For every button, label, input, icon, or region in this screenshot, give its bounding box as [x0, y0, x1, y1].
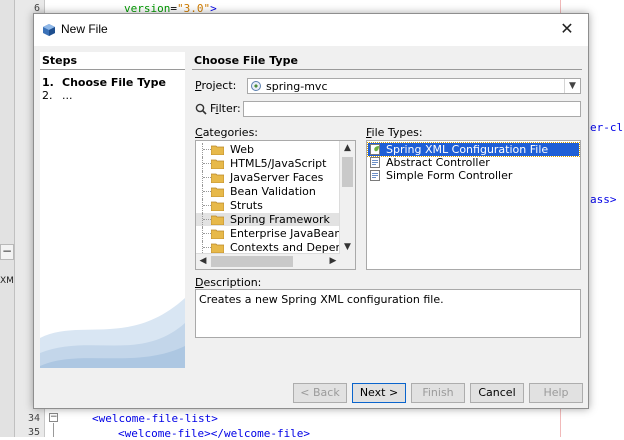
- folder-icon: [211, 187, 224, 197]
- code-fragment: ass>: [590, 193, 617, 206]
- fold-guide: [53, 423, 54, 437]
- project-combobox[interactable]: spring-mvc ▼: [247, 78, 581, 94]
- horizontal-scrollbar[interactable]: ◀ ▶: [196, 253, 340, 269]
- categories-tree[interactable]: Web HTML5/JavaScript JavaServer Faces Be…: [195, 140, 356, 270]
- tree-item[interactable]: Struts: [196, 199, 339, 213]
- description-text: Creates a new Spring XML configuration f…: [199, 293, 444, 306]
- divider: [40, 69, 185, 70]
- filter-label: Filter:: [210, 102, 241, 115]
- folder-icon: [211, 145, 224, 155]
- folder-icon: [211, 173, 224, 183]
- pane-title: Choose File Type: [194, 54, 298, 67]
- new-file-dialog: New File ✕ Steps 1. Choose File Type 2...…: [33, 13, 589, 409]
- file-types-list[interactable]: Spring XML Configuration File Abstract C…: [366, 140, 581, 270]
- dialog-title: New File: [61, 22, 108, 36]
- scroll-right-icon[interactable]: ▶: [326, 254, 340, 269]
- back-button[interactable]: < Back: [293, 383, 347, 403]
- tree-item[interactable]: JavaServer Faces: [196, 171, 339, 185]
- project-label: Project:: [195, 79, 237, 92]
- scroll-left-icon[interactable]: ◀: [196, 254, 210, 269]
- fold-toggle-icon[interactable]: −: [49, 413, 58, 422]
- scroll-up-icon[interactable]: ▲: [340, 141, 355, 155]
- search-icon: [195, 103, 207, 115]
- code-line: <welcome-file></welcome-file>: [118, 427, 311, 440]
- scroll-thumb[interactable]: [342, 157, 353, 187]
- scroll-down-icon[interactable]: ▼: [340, 240, 355, 254]
- line-number: 35: [27, 427, 40, 438]
- folder-icon: [211, 159, 224, 169]
- cancel-button[interactable]: Cancel: [470, 383, 524, 403]
- dialog-titlebar[interactable]: New File ✕: [34, 14, 588, 46]
- file-types-label: File Types:: [366, 126, 423, 139]
- tree-item[interactable]: HTML5/JavaScript: [196, 157, 339, 171]
- project-value: spring-mvc: [266, 80, 328, 93]
- folder-icon: [211, 215, 224, 225]
- chevron-down-icon[interactable]: ▼: [564, 79, 580, 93]
- spring-xml-file-icon: [370, 144, 380, 155]
- list-item[interactable]: Simple Form Controller: [368, 169, 579, 182]
- folder-icon: [211, 229, 224, 239]
- description-box: Creates a new Spring XML configuration f…: [195, 289, 581, 338]
- scroll-thumb[interactable]: [211, 256, 293, 267]
- divider: [192, 69, 582, 70]
- tree-item[interactable]: Bean Validation: [196, 185, 339, 199]
- next-button[interactable]: Next >: [352, 383, 406, 403]
- java-file-icon: [370, 157, 380, 168]
- filter-input[interactable]: [243, 101, 581, 117]
- step-item: 1. Choose File Type: [42, 76, 166, 89]
- tree-item-selected[interactable]: Spring Framework: [196, 213, 339, 227]
- description-label: Description:: [195, 276, 262, 289]
- finish-button[interactable]: Finish: [411, 383, 465, 403]
- scroll-corner: [340, 254, 355, 269]
- side-panel-strip: − XML: [0, 0, 15, 437]
- vertical-scrollbar[interactable]: ▲ ▼: [339, 141, 355, 254]
- tree-item[interactable]: Enterprise JavaBeans: [196, 227, 347, 241]
- line-number: 34: [27, 413, 40, 424]
- project-icon: [251, 81, 261, 91]
- close-icon[interactable]: ✕: [556, 18, 578, 40]
- java-file-icon: [370, 170, 380, 181]
- list-item-selected[interactable]: Spring XML Configuration File: [367, 142, 580, 157]
- decorative-wave-graphic: [40, 298, 185, 368]
- folder-icon: [211, 243, 224, 253]
- steps-panel: Steps 1. Choose File Type 2....: [40, 52, 185, 368]
- help-button[interactable]: Help: [529, 383, 583, 403]
- minimize-panel-button[interactable]: −: [0, 244, 14, 260]
- netbeans-cube-icon: [43, 24, 55, 36]
- code-fragment: er-cl: [590, 121, 624, 134]
- code-line: <welcome-file-list>: [92, 412, 218, 425]
- tree-item[interactable]: Web: [196, 143, 339, 157]
- steps-heading: Steps: [42, 54, 78, 67]
- list-item[interactable]: Abstract Controller: [368, 156, 579, 169]
- panel-tab-label[interactable]: XML: [0, 276, 14, 286]
- step-item: 2....: [42, 89, 73, 102]
- categories-label: Categories:: [195, 126, 259, 139]
- folder-icon: [211, 201, 224, 211]
